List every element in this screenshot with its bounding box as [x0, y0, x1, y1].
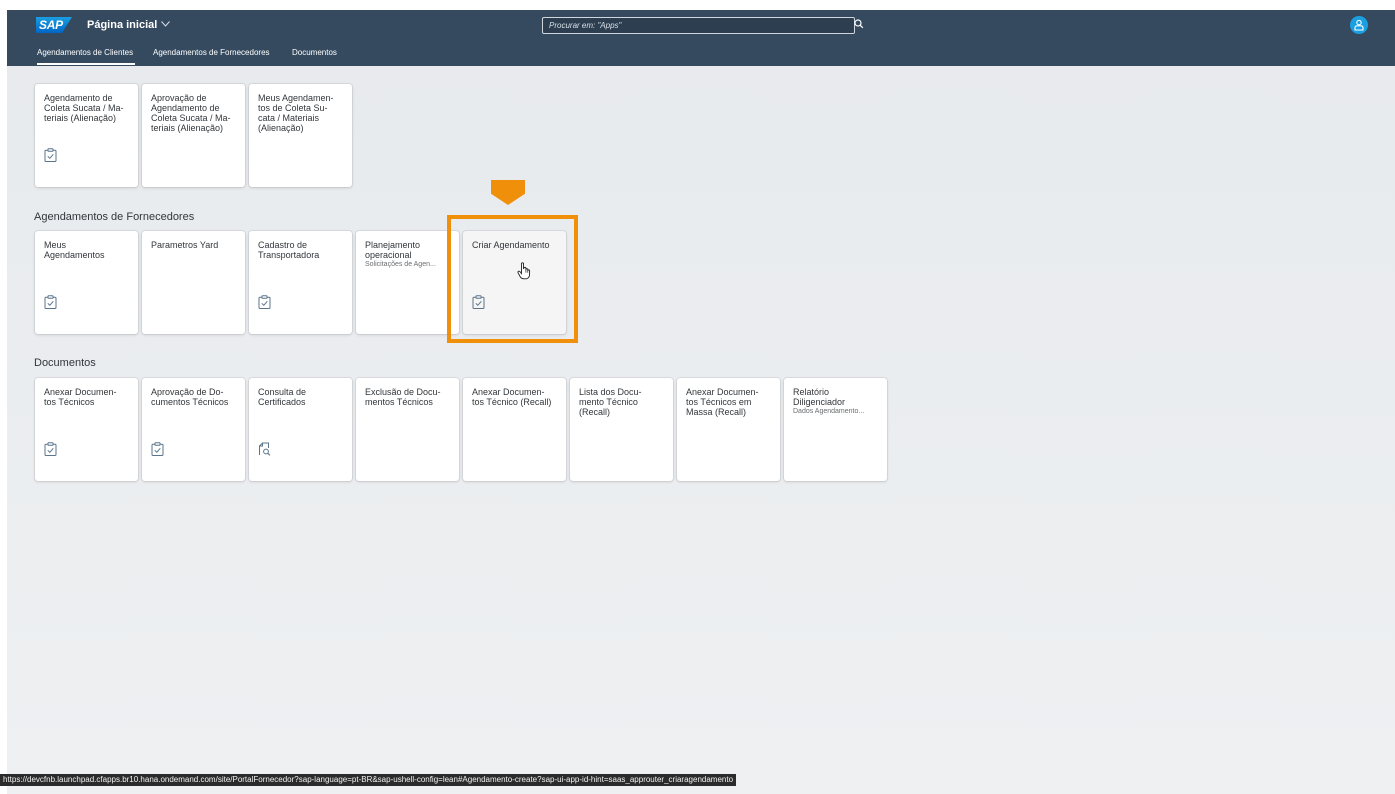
tile-title: Anexar Documen- tos Técnico (Recall): [472, 387, 552, 407]
tile-title: Consulta de Certificados: [258, 387, 307, 407]
tile-title: Cadastro de Transportadora: [258, 240, 320, 260]
search-placeholder: Procurar em: "Apps": [549, 21, 622, 30]
tile-title: Agendamento de Coleta Sucata / Ma- teria…: [44, 93, 124, 123]
tile-agendamento-coleta[interactable]: Agendamento de Coleta Sucata / Ma- teria…: [35, 84, 138, 187]
tile-title: Parametros Yard: [151, 240, 219, 250]
tile-title: Relatório Diligenciador: [793, 387, 846, 407]
clipboard-check-icon: [44, 442, 57, 456]
tile-title: Meus Agendamentos: [44, 240, 105, 260]
tile-exclusao-documentos-tecnicos[interactable]: Exclusão de Docu- mentos Técnicos: [356, 378, 459, 481]
tab-agendamentos-fornecedores[interactable]: Agendamentos de Fornecedores: [153, 47, 270, 59]
tile-title: Lista dos Docu- mento Técnico (Recall): [579, 387, 642, 417]
group-title-documentos: Documentos: [34, 357, 96, 369]
tile-title: Anexar Documen- tos Técnicos em Massa (R…: [686, 387, 759, 417]
tile-aprovacao-documentos-tecnicos[interactable]: Aprovação de Do- cumentos Técnicos: [142, 378, 245, 481]
shell-header: SAP Página inicial Procurar em: "Apps" A…: [7, 10, 1395, 66]
tile-lista-documentos-recall[interactable]: Lista dos Docu- mento Técnico (Recall): [570, 378, 673, 481]
highlight-frame: [447, 215, 578, 343]
tile-meus-agendamentos[interactable]: Meus Agendamentos: [35, 231, 138, 334]
tile-anexar-documentos-tecnicos[interactable]: Anexar Documen- tos Técnicos: [35, 378, 138, 481]
tile-cadastro-transportadora[interactable]: Cadastro de Transportadora: [249, 231, 352, 334]
tile-subtitle: Dados Agendamento...: [793, 408, 865, 415]
clipboard-check-icon: [151, 442, 164, 456]
tile-title: Anexar Documen- tos Técnicos: [44, 387, 117, 407]
chevron-down-icon: [161, 17, 171, 33]
document-search-icon: [259, 442, 271, 456]
tile-title: Aprovação de Agendamento de Coleta Sucat…: [151, 93, 231, 133]
tile-consulta-certificados[interactable]: Consulta de Certificados: [249, 378, 352, 481]
sap-logo[interactable]: SAP: [36, 17, 72, 33]
clipboard-check-icon: [44, 148, 57, 162]
user-avatar[interactable]: [1350, 16, 1368, 34]
group-title-fornecedores: Agendamentos de Fornecedores: [34, 211, 195, 223]
launchpad-window: SAP Página inicial Procurar em: "Apps" A…: [7, 10, 1395, 794]
tile-relatorio-diligenciador[interactable]: Relatório Diligenciador Dados Agendament…: [784, 378, 887, 481]
tile-title: Aprovação de Do- cumentos Técnicos: [151, 387, 229, 407]
pointer-arrow-marker: [491, 180, 525, 205]
tile-anexar-massa-recall[interactable]: Anexar Documen- tos Técnicos em Massa (R…: [677, 378, 780, 481]
tile-planejamento-operacional[interactable]: Planejamento operacional Solicitações de…: [356, 231, 459, 334]
app-title-menu[interactable]: Página inicial: [87, 17, 171, 33]
tile-aprovacao-agendamento-coleta[interactable]: Aprovação de Agendamento de Coleta Sucat…: [142, 84, 245, 187]
tile-meus-agendamentos-coleta[interactable]: Meus Agendamen- tos de Coleta Su- cata /…: [249, 84, 352, 187]
hand-cursor-icon: [517, 262, 531, 280]
person-icon: [1354, 19, 1364, 31]
status-bar-url: https://devcfnb.launchpad.cfapps.br10.ha…: [0, 774, 737, 786]
tile-parametros-yard[interactable]: Parametros Yard: [142, 231, 245, 334]
tile-anexar-documentos-recall[interactable]: Anexar Documen- tos Técnico (Recall): [463, 378, 566, 481]
clipboard-check-icon: [258, 295, 271, 309]
search-input[interactable]: Procurar em: "Apps": [542, 17, 855, 34]
tile-title: Meus Agendamen- tos de Coleta Su- cata /…: [258, 93, 334, 133]
tab-documentos[interactable]: Documentos: [292, 47, 337, 59]
clipboard-check-icon: [44, 295, 57, 309]
tile-title: Planejamento operacional: [365, 240, 421, 260]
selected-tab-indicator: [37, 63, 135, 65]
tile-subtitle: Solicitações de Agen...: [365, 261, 436, 268]
sap-logo-text: SAP: [39, 18, 63, 32]
app-title-text: Página inicial: [87, 19, 158, 31]
tile-title: Exclusão de Docu- mentos Técnicos: [365, 387, 441, 407]
search-icon[interactable]: [852, 17, 866, 31]
tab-agendamentos-clientes[interactable]: Agendamentos de Clientes: [37, 47, 133, 59]
